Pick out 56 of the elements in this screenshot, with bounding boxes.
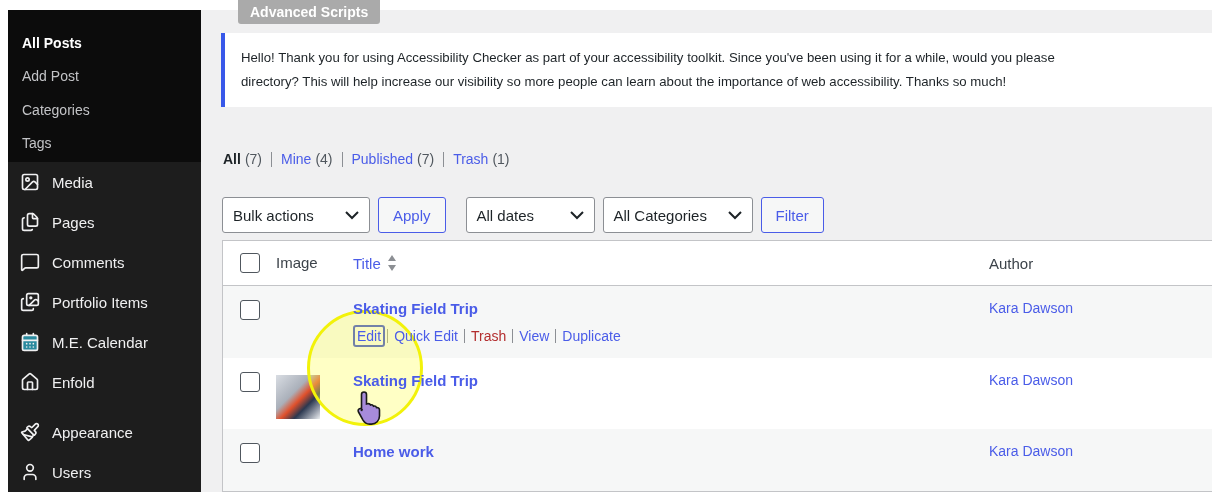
checkbox[interactable] [239,371,260,392]
apply-button[interactable]: Apply [378,197,446,233]
author-link[interactable]: Kara Dawson [989,443,1074,459]
hand-cursor-icon [357,390,383,426]
count-text: (7) [417,151,435,167]
home-icon [20,372,40,392]
row-action-link[interactable]: View [515,325,554,347]
media-icon [20,172,40,192]
filter-button[interactable]: Filter [760,197,824,233]
post-title-link[interactable]: Skating Field Trip [353,300,479,317]
view-filter-link[interactable]: All [223,151,241,167]
submenu-item[interactable]: All Posts [8,26,96,60]
checkbox[interactable] [239,253,260,273]
comment-icon [20,252,40,272]
menu-item[interactable]: Portfolio Items [8,282,201,322]
view-filter-link[interactable]: Published [351,151,413,167]
paintbrush-icon [20,422,40,442]
menu-item[interactable]: Users [8,452,201,492]
dates-select[interactable]: All dates [465,197,595,233]
column-header[interactable]: Title [353,254,989,272]
categories-select[interactable]: All Categories [602,197,753,233]
count-text: (7) [244,151,262,167]
calendar-icon [20,332,40,352]
view-filter-link[interactable]: Trash [453,151,489,167]
column-header: Image [276,254,318,271]
submenu-item[interactable]: Categories [8,93,104,127]
author-link[interactable]: Kara Dawson [989,371,1074,388]
column-header: Author [989,254,1034,272]
sort-icon [386,254,397,272]
menu-item[interactable]: Enfold [8,362,201,402]
notice-text: Hello! Thank you for using Accessibility Checker as part of your accessibility toolkit. Since you've been using it for a while, would you please [241,49,1056,67]
bulk-actions-select[interactable]: Bulk actions [222,197,370,233]
pages-icon [20,212,40,232]
chevron-down-icon [569,210,584,220]
row-action-link[interactable]: Trash [466,325,511,347]
row-action-link[interactable]: Edit [353,325,386,347]
author-link[interactable]: Kara Dawson [989,300,1074,316]
row-action-link[interactable]: Duplicate [558,325,625,347]
images-icon [20,292,40,312]
checkbox[interactable] [239,443,260,463]
view-filter-link[interactable]: Mine [281,151,312,167]
menu-item[interactable]: Media [8,162,201,202]
menu-item[interactable]: Appearance [8,412,201,452]
post-title-link[interactable]: Home work [353,443,434,460]
count-text: (1) [492,151,510,167]
notice-text: directory? This will help increase our visibility so more people can learn about the importance of web accessibility. Thanks so much! [241,73,1008,91]
submenu-item[interactable]: Add Post [8,59,93,93]
user-icon [20,462,40,482]
menu-item[interactable]: M.E. Calendar [8,322,201,362]
menu-item[interactable]: Comments [8,242,201,282]
checkbox[interactable] [239,300,260,320]
count-text: (4) [315,151,333,167]
chevron-down-icon [727,210,742,220]
chevron-down-icon [345,210,359,220]
submenu-item[interactable]: Tags [8,126,66,160]
menu-item[interactable]: Pages [8,202,201,242]
